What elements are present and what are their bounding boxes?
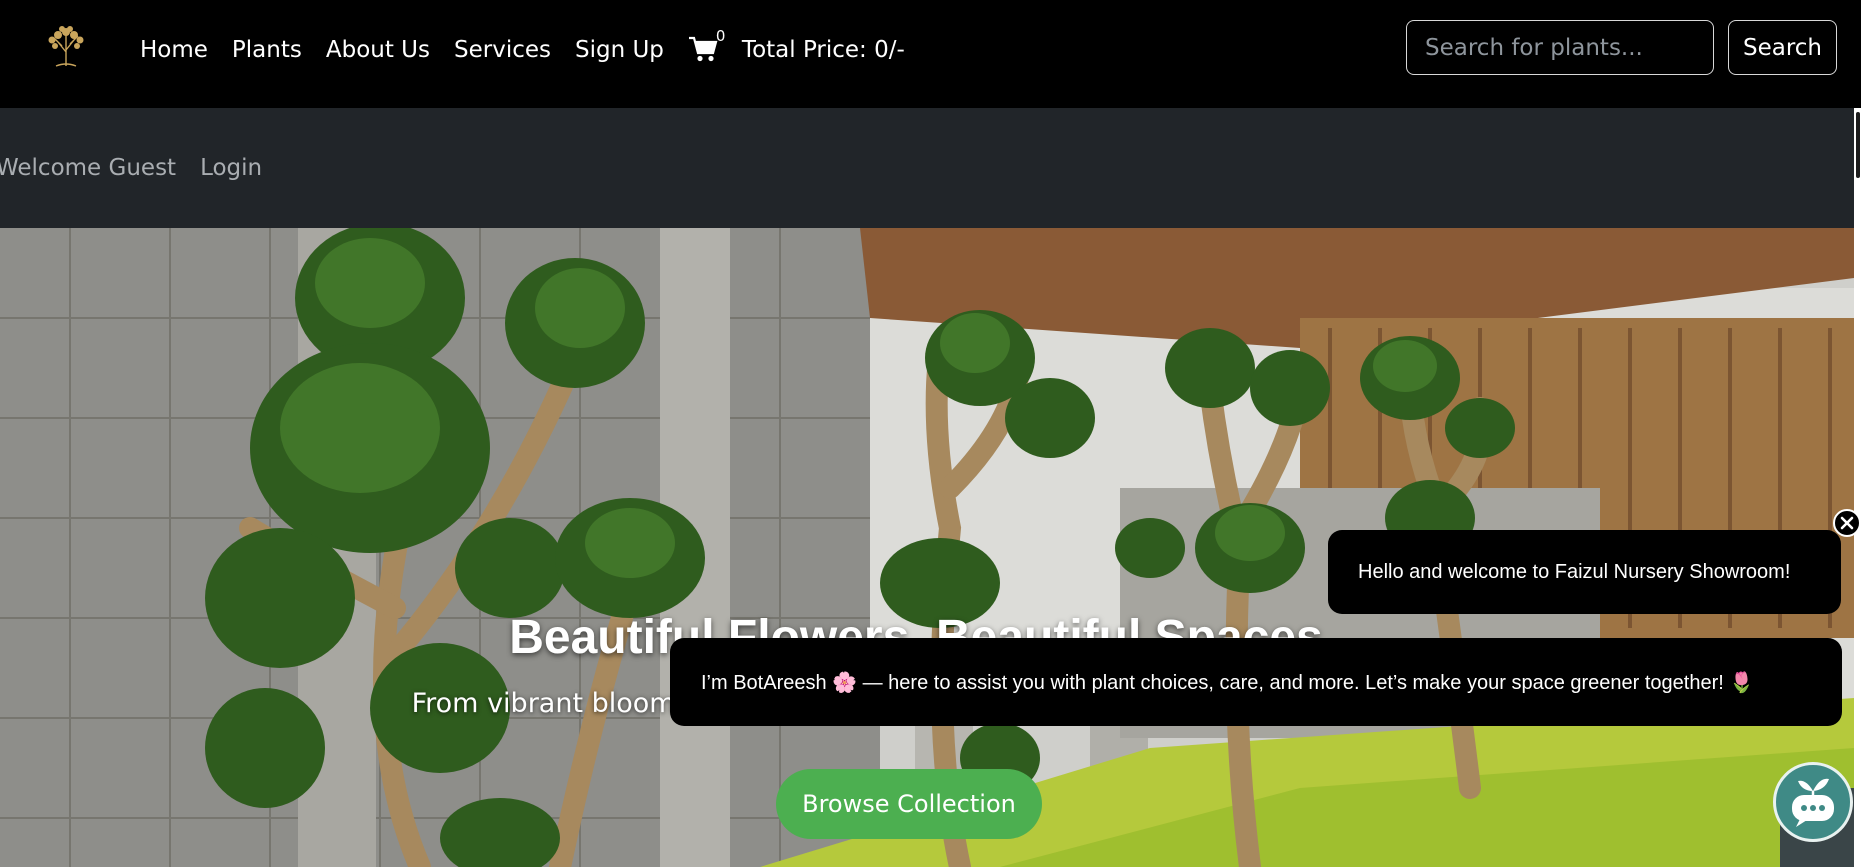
top-navbar: Home Plants About Us Services Sign Up 0 … [0, 0, 1861, 108]
chat-close-button[interactable] [1833, 509, 1861, 537]
login-link[interactable]: Login [200, 155, 262, 181]
main-nav: Home Plants About Us Services Sign Up 0 … [140, 0, 905, 100]
tree-logo-icon[interactable] [38, 22, 94, 70]
total-price: Total Price: 0/- [741, 37, 905, 63]
cart-button[interactable]: 0 [688, 27, 725, 65]
nav-services-link[interactable]: Services [454, 37, 551, 63]
chat-plant-icon [1792, 778, 1834, 827]
welcome-text: Welcome Guest [0, 155, 177, 181]
nav-signup-link[interactable]: Sign Up [575, 37, 664, 63]
chat-intro-bubble: I’m BotAreesh 🌸 — here to assist you wit… [670, 638, 1842, 726]
cart-count-badge: 0 [715, 27, 726, 45]
close-icon [1840, 516, 1854, 530]
page-scrollbar[interactable] [1854, 108, 1861, 867]
nav-about-link[interactable]: About Us [326, 37, 430, 63]
chat-greeting-bubble: Hello and welcome to Faizul Nursery Show… [1328, 530, 1841, 614]
search-input[interactable] [1406, 20, 1714, 75]
scrollbar-thumb[interactable] [1856, 112, 1860, 178]
chat-launcher-button[interactable] [1773, 762, 1853, 842]
user-bar: Welcome Guest Login [0, 108, 1854, 228]
shopping-cart-icon [688, 36, 718, 62]
nav-plants-link[interactable]: Plants [232, 37, 302, 63]
search-button[interactable]: Search [1728, 20, 1837, 75]
nav-home-link[interactable]: Home [140, 37, 208, 63]
browse-collection-button[interactable]: Browse Collection [776, 769, 1042, 839]
